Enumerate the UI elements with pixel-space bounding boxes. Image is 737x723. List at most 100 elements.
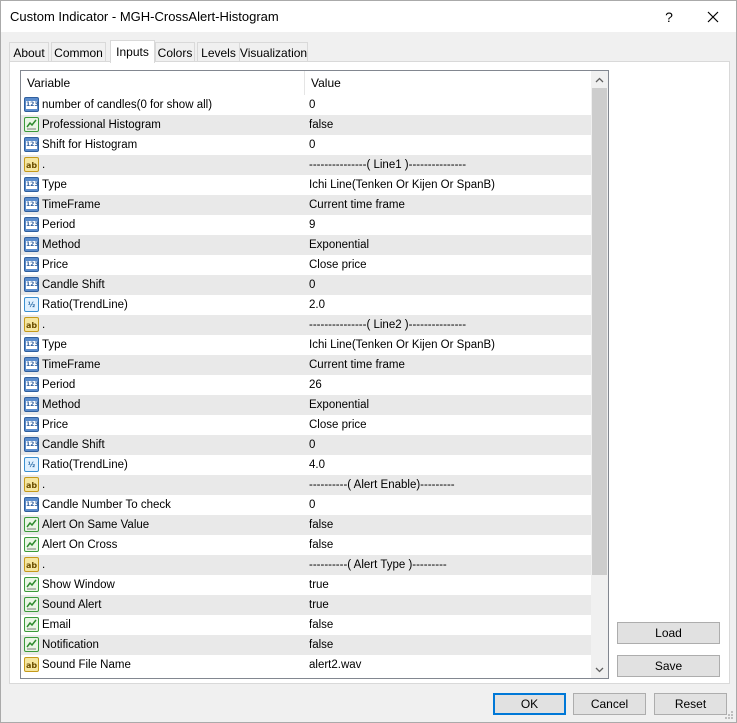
value-cell[interactable]: Exponential — [309, 235, 589, 255]
value-cell[interactable]: false — [309, 535, 589, 555]
value-cell[interactable]: ----------( Alert Enable)--------- — [309, 475, 589, 495]
icon-glyph: 123 — [26, 401, 39, 409]
value-cell[interactable]: 0 — [309, 435, 589, 455]
table-row[interactable]: ab Sound File Name alert2.wav — [21, 655, 591, 675]
table-row[interactable]: 123 Price Close price — [21, 415, 591, 435]
value-cell[interactable]: false — [309, 115, 589, 135]
value-cell[interactable]: 2.0 — [309, 295, 589, 315]
scrollbar-thumb[interactable] — [592, 88, 607, 575]
table-row[interactable]: 123 Price Close price — [21, 255, 591, 275]
table-row[interactable]: ab. ---------------( Line1 )-------------… — [21, 155, 591, 175]
tab-common[interactable]: Common — [51, 42, 106, 62]
value-cell[interactable]: Current time frame — [309, 355, 589, 375]
check-icon — [26, 639, 37, 650]
column-header-value[interactable]: Value — [305, 71, 591, 95]
icon-glyph: 123 — [26, 241, 39, 249]
table-row[interactable]: ab. ----------( Alert Type )--------- — [21, 555, 591, 575]
value-cell[interactable]: ---------------( Line1 )--------------- — [309, 155, 589, 175]
value-cell[interactable]: 26 — [309, 375, 589, 395]
value-cell[interactable]: 0 — [309, 135, 589, 155]
tab-visualization[interactable]: Visualization — [239, 42, 308, 62]
table-row[interactable]: 123 Shift for Histogram 0 — [21, 135, 591, 155]
table-row[interactable]: ½ Ratio(TrendLine) 2.0 — [21, 295, 591, 315]
table-row[interactable]: 123 Period 26 — [21, 375, 591, 395]
table-row[interactable]: 123 Candle Shift 0 — [21, 435, 591, 455]
value-cell[interactable]: 0 — [309, 495, 589, 515]
variable-cell: Candle Number To check — [42, 499, 171, 511]
tab-strip: About Common Inputs Colors Levels Visualizati… — [9, 40, 729, 63]
table-row[interactable]: 123 Method Exponential — [21, 395, 591, 415]
resize-grip-icon[interactable] — [724, 710, 734, 720]
table-row[interactable]: 123 Method Exponential — [21, 235, 591, 255]
value-cell[interactable]: 4.0 — [309, 455, 589, 475]
string-icon: ab — [24, 317, 39, 332]
help-button[interactable]: ? — [647, 1, 691, 32]
tab-colors[interactable]: Colors — [155, 42, 195, 62]
tab-levels[interactable]: Levels — [197, 42, 240, 62]
table-row[interactable]: 123 Candle Number To check 0 — [21, 495, 591, 515]
value-cell[interactable]: alert2.wav — [309, 655, 589, 675]
check-icon — [26, 579, 37, 590]
value-cell[interactable]: false — [309, 615, 589, 635]
table-row[interactable]: 123 Type Ichi Line(Tenken Or Kijen Or Span… — [21, 335, 591, 355]
value-cell[interactable]: true — [309, 575, 589, 595]
table-row[interactable]: Alert On Same Value false — [21, 515, 591, 535]
table-row[interactable]: Professional Histogram false — [21, 115, 591, 135]
variable-cell: Candle Shift — [42, 279, 105, 291]
scroll-down-button[interactable] — [591, 661, 608, 678]
variable-cell: Shift for Histogram — [42, 139, 138, 151]
value-cell[interactable]: ----------( Alert Type )--------- — [309, 555, 589, 575]
reset-button[interactable]: Reset — [654, 693, 727, 715]
value-cell[interactable]: ---------------( Line2 )--------------- — [309, 315, 589, 335]
chevron-up-icon — [595, 77, 604, 82]
value-cell[interactable]: false — [309, 515, 589, 535]
table-row[interactable]: ½ Ratio(TrendLine) 4.0 — [21, 455, 591, 475]
tab-inputs[interactable]: Inputs — [110, 40, 155, 63]
boolean-icon — [24, 637, 39, 652]
check-icon — [26, 619, 37, 630]
check-icon — [26, 599, 37, 610]
table-row[interactable]: Alert On Cross false — [21, 535, 591, 555]
value-cell[interactable]: Close price — [309, 415, 589, 435]
value-cell[interactable]: Current time frame — [309, 195, 589, 215]
value-cell[interactable]: true — [309, 595, 589, 615]
value-cell[interactable]: Ichi Line(Tenken Or Kijen Or SpanB) — [309, 335, 589, 355]
value-cell[interactable]: Close price — [309, 255, 589, 275]
table-row[interactable]: Sound Alert true — [21, 595, 591, 615]
vertical-scrollbar[interactable] — [591, 71, 608, 678]
column-header-variable[interactable]: Variable — [21, 71, 305, 95]
load-button[interactable]: Load — [617, 622, 720, 644]
table-row[interactable]: 123 TimeFrame Current time frame — [21, 195, 591, 215]
ok-button[interactable]: OK — [493, 693, 566, 715]
value-cell[interactable]: Ichi Line(Tenken Or Kijen Or SpanB) — [309, 175, 589, 195]
table-row[interactable]: Email false — [21, 615, 591, 635]
variable-cell: Show Window — [42, 579, 115, 591]
table-row[interactable]: ab. ----------( Alert Enable)--------- — [21, 475, 591, 495]
integer-icon: 123 — [24, 257, 39, 272]
cancel-button[interactable]: Cancel — [573, 693, 646, 715]
value-cell[interactable]: 0 — [309, 275, 589, 295]
table-row[interactable]: 123 Candle Shift 0 — [21, 275, 591, 295]
value-cell[interactable]: 0 — [309, 95, 589, 115]
table-row[interactable]: 123 number of candles(0 for show all) 0 — [21, 95, 591, 115]
table-row[interactable]: ab. ---------------( Line2 )-------------… — [21, 315, 591, 335]
boolean-icon — [24, 617, 39, 632]
string-icon: ab — [24, 477, 39, 492]
value-cell[interactable]: 9 — [309, 215, 589, 235]
table-row[interactable]: Show Window true — [21, 575, 591, 595]
table-row[interactable]: Notification false — [21, 635, 591, 655]
table-row[interactable]: 123 Type Ichi Line(Tenken Or Kijen Or Span… — [21, 175, 591, 195]
save-button[interactable]: Save — [617, 655, 720, 677]
scroll-up-button[interactable] — [591, 71, 608, 88]
close-button[interactable] — [691, 1, 735, 32]
icon-glyph: 123 — [26, 381, 39, 389]
grid-rows: 123 number of candles(0 for show all) 0 Pro… — [21, 95, 591, 675]
check-icon — [26, 539, 37, 550]
tab-about[interactable]: About — [9, 42, 49, 62]
variable-cell: Type — [42, 339, 67, 351]
table-row[interactable]: 123 TimeFrame Current time frame — [21, 355, 591, 375]
value-cell[interactable]: false — [309, 635, 589, 655]
table-row[interactable]: 123 Period 9 — [21, 215, 591, 235]
icon-glyph: 123 — [26, 281, 39, 289]
value-cell[interactable]: Exponential — [309, 395, 589, 415]
